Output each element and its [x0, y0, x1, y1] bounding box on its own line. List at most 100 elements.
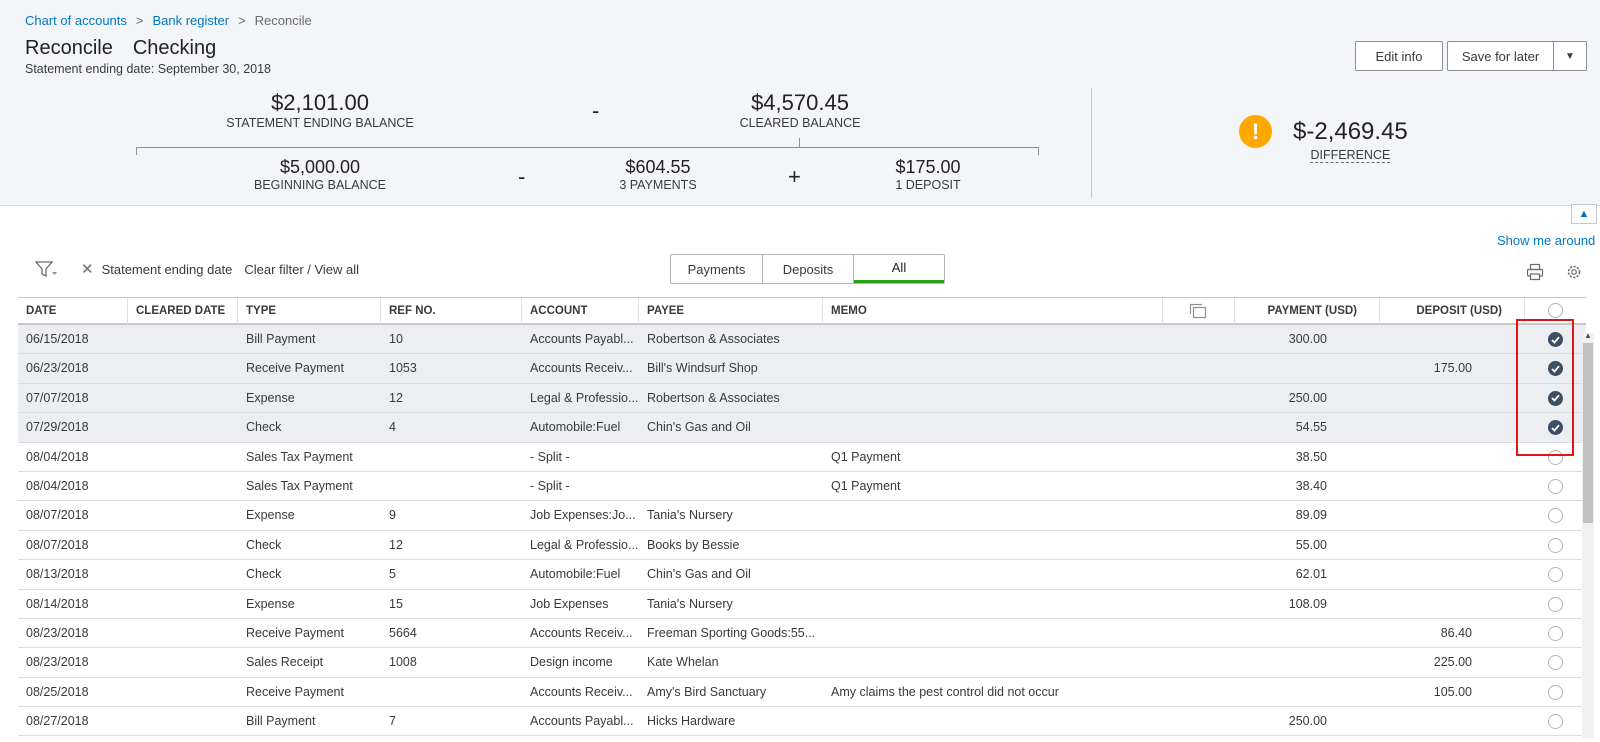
cleared-check-icon[interactable] — [1548, 420, 1563, 436]
column-header-date[interactable]: DATE — [18, 298, 128, 324]
cell-ref-no: 10 — [389, 332, 403, 346]
cell-cleared-date — [128, 619, 238, 647]
tab-deposits[interactable]: Deposits — [763, 255, 854, 283]
table-row[interactable]: 08/27/2018 Bill Payment 7 Accounts Payabl..… — [18, 707, 1586, 737]
table-row[interactable]: 08/23/2018 Sales Receipt 1008 Design income… — [18, 648, 1586, 678]
tab-payments[interactable]: Payments — [671, 255, 763, 283]
beginning-balance-label: BEGINNING BALANCE — [254, 178, 386, 192]
reconcile-header-panel: Chart of accounts > Bank register > Reconcil… — [0, 0, 1600, 206]
cell-deposit: 105.00 — [1433, 684, 1472, 699]
cell-type: Receive Payment — [246, 684, 344, 699]
cell-date: 06/15/2018 — [26, 332, 89, 346]
cell-payee — [639, 443, 823, 471]
cell-deposit — [1380, 384, 1480, 412]
cell-ref-no: 15 — [389, 596, 403, 611]
table-header: DATE CLEARED DATE TYPE REF NO. ACCOUNT P… — [18, 297, 1586, 325]
table-row[interactable]: 06/15/2018 Bill Payment 10 Accounts Payabl.… — [18, 325, 1586, 355]
cell-date: 08/07/2018 — [26, 537, 89, 552]
table-row[interactable]: 08/07/2018 Check 12 Legal & Professio... Boo… — [18, 531, 1586, 561]
cell-account: Design income — [530, 655, 613, 670]
clear-radio[interactable] — [1548, 508, 1563, 524]
clear-radio[interactable] — [1548, 714, 1563, 730]
cell-memo — [823, 560, 1163, 588]
vertical-scrollbar[interactable]: ▲ — [1582, 331, 1594, 738]
cell-payee: Tania's Nursery — [647, 508, 733, 523]
clear-radio[interactable] — [1548, 655, 1563, 671]
cell-deposit — [1380, 590, 1480, 618]
cell-type: Check — [246, 420, 282, 435]
column-header-type[interactable]: TYPE — [238, 298, 381, 324]
table-row[interactable]: 08/25/2018 Receive Payment Accounts Receiv… — [18, 678, 1586, 708]
cell-payee — [639, 472, 823, 500]
close-icon[interactable]: ✕ — [81, 260, 94, 278]
table-row[interactable]: 06/23/2018 Receive Payment 1053 Accounts Re… — [18, 354, 1586, 384]
clear-radio[interactable] — [1548, 537, 1563, 553]
breadcrumb-chart-of-accounts[interactable]: Chart of accounts — [25, 13, 127, 28]
cell-cleared-date — [128, 325, 238, 353]
table-row[interactable]: 07/07/2018 Expense 12 Legal & Professio... R… — [18, 383, 1586, 414]
edit-info-button[interactable]: Edit info — [1355, 41, 1443, 71]
beginning-balance: $5,000.00 BEGINNING BALANCE — [220, 157, 420, 192]
column-header-account[interactable]: ACCOUNT — [522, 298, 639, 324]
clear-radio[interactable] — [1548, 478, 1563, 494]
cell-ref-no: 1008 — [389, 655, 417, 670]
column-header-payee[interactable]: PAYEE — [639, 298, 823, 324]
column-header-ref-no[interactable]: REF NO. — [381, 298, 522, 324]
chevron-up-icon[interactable]: ▲ — [1571, 204, 1597, 224]
cleared-check-icon[interactable] — [1548, 332, 1563, 347]
table-row[interactable]: 08/04/2018 Sales Tax Payment - Split - Q1 P… — [18, 443, 1586, 472]
table-row[interactable]: 08/07/2018 Expense 9 Job Expenses:Jo... Tani… — [18, 501, 1586, 531]
cell-ref-no: 12 — [389, 537, 403, 552]
table-row[interactable]: 08/13/2018 Check 5 Automobile:Fuel Chin's Ga… — [18, 560, 1586, 590]
summary-divider — [1091, 88, 1092, 198]
cleared-check-icon[interactable] — [1548, 390, 1563, 406]
clear-radio[interactable] — [1548, 625, 1563, 641]
difference: $-2,469.45 DIFFERENCE — [1293, 118, 1408, 164]
cell-ref-no — [381, 678, 522, 706]
cleared-check-icon[interactable] — [1548, 361, 1563, 377]
column-header-memo[interactable]: MEMO — [823, 298, 1163, 324]
scroll-up-icon[interactable]: ▲ — [1584, 331, 1592, 340]
cell-date: 08/14/2018 — [26, 596, 89, 611]
difference-label[interactable]: DIFFERENCE — [1310, 148, 1391, 163]
cell-cleared-date — [128, 443, 238, 471]
cell-account: Job Expenses:Jo... — [530, 508, 636, 523]
clear-radio[interactable] — [1548, 684, 1563, 700]
cell-deposit — [1380, 501, 1480, 529]
clear-radio[interactable] — [1548, 449, 1563, 465]
tab-all[interactable]: All — [854, 255, 944, 283]
table-row[interactable]: 08/04/2018 Sales Tax Payment - Split - Q1 P… — [18, 472, 1586, 502]
clear-radio[interactable] — [1548, 567, 1563, 583]
column-header-deposit[interactable]: DEPOSIT (USD) — [1380, 298, 1525, 324]
copy-icon[interactable] — [1163, 298, 1235, 324]
table-row[interactable]: 08/23/2018 Receive Payment 5664 Accounts Re… — [18, 619, 1586, 649]
table-row[interactable]: 08/14/2018 Expense 15 Job Expenses Tania's N… — [18, 590, 1586, 619]
scrollbar-thumb[interactable] — [1583, 343, 1593, 523]
cell-payment — [1235, 678, 1335, 706]
gear-icon[interactable] — [1563, 261, 1585, 283]
cell-ref-no: 12 — [389, 390, 403, 405]
balance-bracket — [136, 147, 1039, 155]
filter-funnel-icon[interactable] — [35, 259, 61, 279]
column-header-cleared-date[interactable]: CLEARED DATE — [128, 298, 238, 324]
save-options-dropdown[interactable]: ▼ — [1553, 41, 1587, 71]
table-row[interactable]: 07/29/2018 Check 4 Automobile:Fuel Chin's Ga… — [18, 413, 1586, 443]
select-all-radio[interactable] — [1548, 303, 1563, 318]
cell-account: Accounts Receiv... — [530, 625, 633, 640]
column-header-payment[interactable]: PAYMENT (USD) — [1235, 298, 1380, 324]
cell-payee: Tania's Nursery — [647, 596, 733, 611]
printer-icon[interactable] — [1524, 261, 1546, 283]
cell-cleared-date — [128, 531, 238, 559]
save-for-later-button[interactable]: Save for later — [1447, 41, 1554, 71]
cell-memo — [823, 325, 1163, 353]
cell-memo — [823, 707, 1163, 735]
breadcrumb-bank-register[interactable]: Bank register — [152, 13, 229, 28]
cell-ref-no: 4 — [389, 420, 396, 435]
clear-filter-link[interactable]: Clear filter / View all — [244, 262, 359, 277]
statement-ending-balance: $2,101.00 STATEMENT ENDING BALANCE — [180, 90, 460, 130]
cell-memo: Amy claims the pest control did not occu… — [831, 684, 1059, 699]
cell-payment: 300.00 — [1288, 332, 1327, 346]
show-me-around-link[interactable]: Show me around — [1497, 233, 1595, 248]
clear-radio[interactable] — [1548, 596, 1563, 612]
breadcrumb: Chart of accounts > Bank register > Reconcil… — [25, 13, 312, 28]
